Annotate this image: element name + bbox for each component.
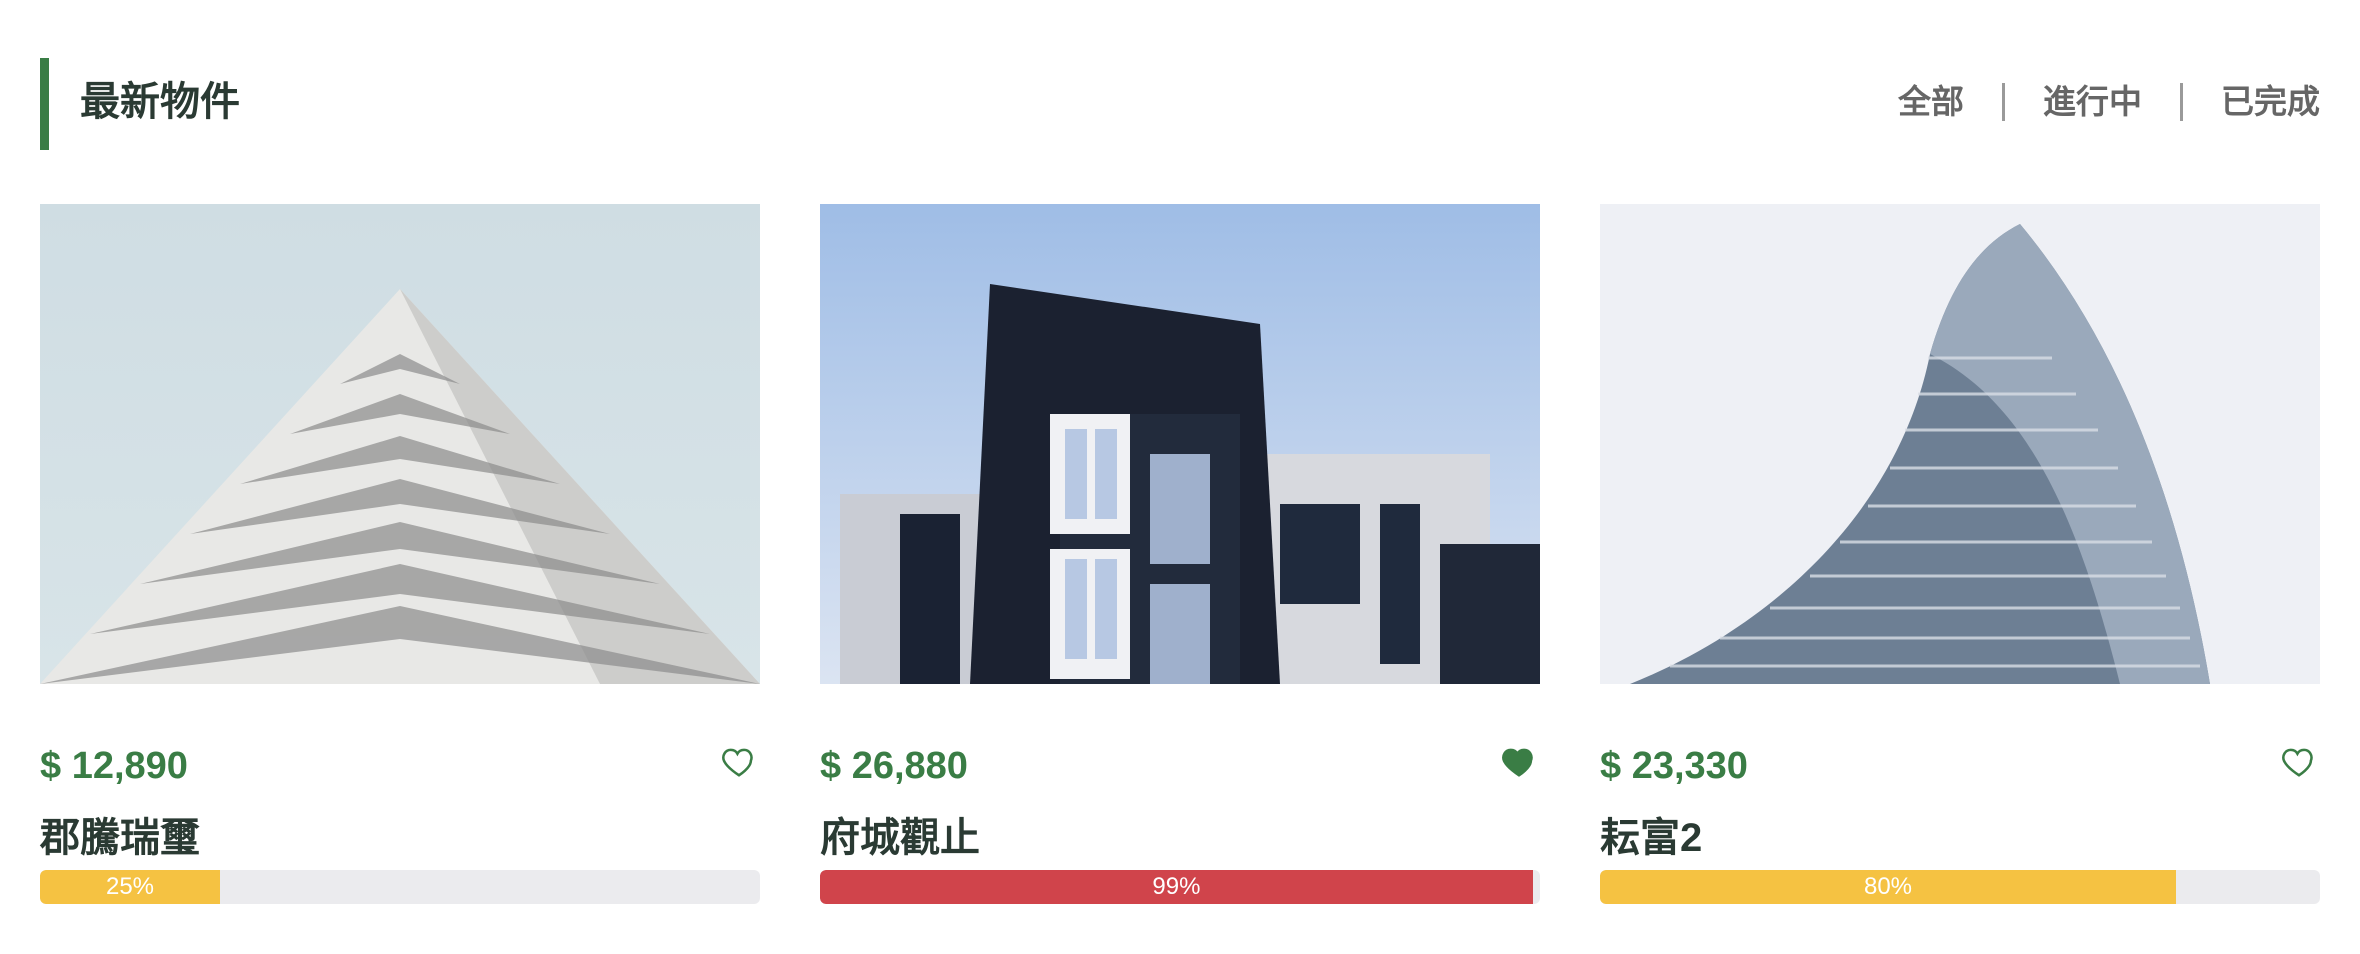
heart-filled-icon[interactable] xyxy=(1500,742,1538,780)
listing-image[interactable] xyxy=(820,204,1540,684)
section-header: 最新物件 全部 進行中 已完成 xyxy=(40,58,2320,150)
heart-outline-icon[interactable] xyxy=(2280,742,2318,780)
progress-label: 99% xyxy=(1152,873,1201,900)
listing-image[interactable] xyxy=(1600,204,2320,684)
filter-tabs: 全部 進行中 已完成 xyxy=(1898,76,2320,128)
listing-name: 府城觀止 xyxy=(820,816,980,860)
listing-name: 郡騰瑞璽 xyxy=(40,816,200,860)
listing-card[interactable]: $ 12,890 郡騰瑞璽 25% xyxy=(40,204,760,904)
filter-all[interactable]: 全部 xyxy=(1898,76,1964,128)
progress-label: 25% xyxy=(105,873,155,900)
funding-progress-bar: 99% xyxy=(820,870,1540,904)
listing-image[interactable] xyxy=(40,204,760,684)
progress-fill: 99% xyxy=(820,870,1533,904)
funding-progress-bar: 80% xyxy=(1600,870,2320,904)
listing-price: $ 23,330 xyxy=(1600,745,1748,787)
filter-divider xyxy=(2180,83,2183,121)
listing-price: $ 12,890 xyxy=(40,745,188,787)
accent-bar xyxy=(40,58,49,150)
filter-in-progress[interactable]: 進行中 xyxy=(2043,76,2142,128)
progress-fill: 80% xyxy=(1600,870,2176,904)
filter-completed[interactable]: 已完成 xyxy=(2221,76,2320,128)
funding-progress-bar: 25% xyxy=(40,870,760,904)
section-title: 最新物件 xyxy=(80,80,240,124)
listing-card[interactable]: $ 26,880 府城觀止 99% xyxy=(820,204,1540,904)
filter-divider xyxy=(2002,83,2005,121)
listing-name: 耘富2 xyxy=(1600,816,1703,860)
heart-outline-icon[interactable] xyxy=(720,742,758,780)
listing-price: $ 26,880 xyxy=(820,745,968,787)
progress-fill: 25% xyxy=(40,870,220,904)
progress-label: 80% xyxy=(1863,873,1913,900)
listing-card[interactable]: $ 23,330 耘富2 80% xyxy=(1600,204,2320,904)
